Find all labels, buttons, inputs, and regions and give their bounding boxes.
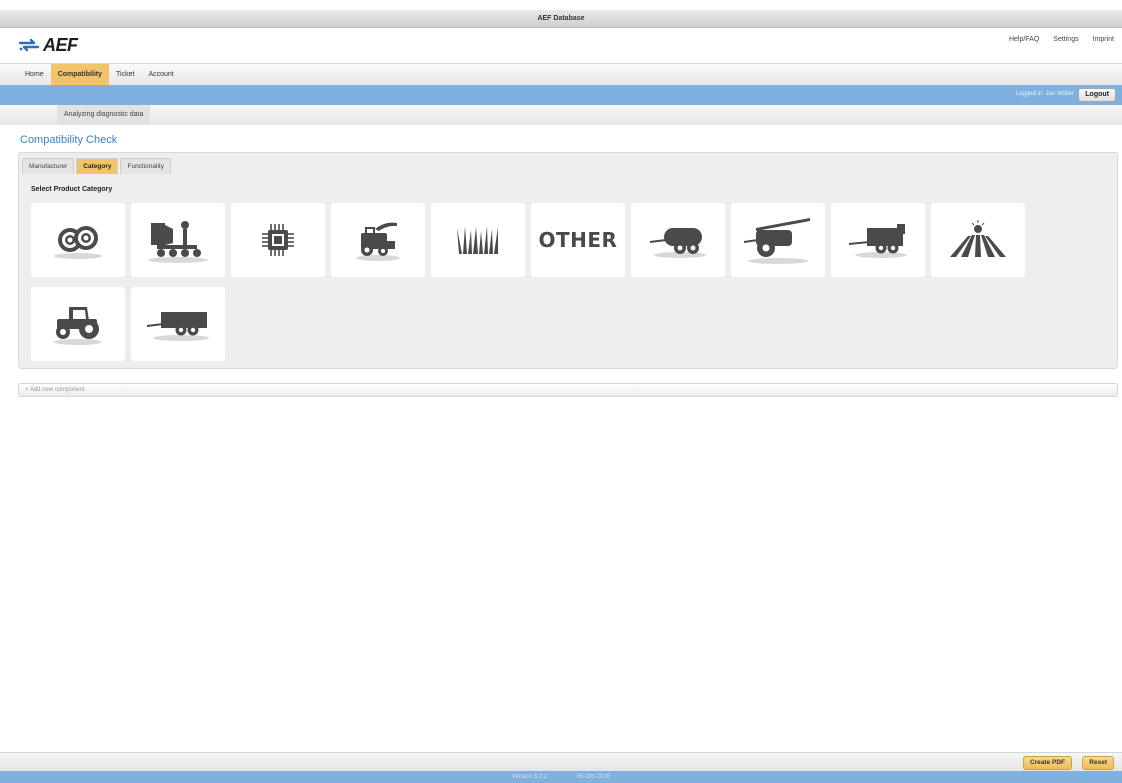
nav-tab-ticket[interactable]: Ticket <box>109 64 141 86</box>
tab-functionality[interactable]: Functionality <box>120 158 171 174</box>
forage-harvester-icon <box>356 222 400 261</box>
session-bar: Logged in: Jan Wöller Logout <box>0 85 1122 105</box>
logout-button[interactable]: Logout <box>1078 88 1116 102</box>
settings-link[interactable]: Settings <box>1053 36 1078 43</box>
category-tile-electronics[interactable] <box>231 203 325 277</box>
category-tile-grass[interactable] <box>431 203 525 277</box>
window-title-bar: AEF Database <box>0 10 1122 28</box>
create-pdf-button[interactable]: Create PDF <box>1022 756 1072 770</box>
subnav-analyzing-diagnostic-data[interactable]: Analyzing diagnostic data <box>57 105 151 125</box>
sub-nav-bar: Analyzing diagnostic data <box>0 105 1122 125</box>
help-faq-link[interactable]: Help/FAQ <box>1009 36 1039 43</box>
imprint-link[interactable]: Imprint <box>1093 36 1114 43</box>
nav-tab-home[interactable]: Home <box>18 64 51 86</box>
panel-tabs: Manufacturer Category Functionality <box>22 158 171 174</box>
other-label: OTHER <box>538 228 618 252</box>
logo-text: AEF <box>43 34 78 55</box>
reset-button[interactable]: Reset <box>1082 756 1114 770</box>
footer-bar: Version 3.2.2 06-Oct-2016 <box>0 771 1122 783</box>
trailer-icon <box>146 312 209 341</box>
category-tile-forage-harvester[interactable] <box>331 203 425 277</box>
category-tile-seeder[interactable] <box>131 203 225 277</box>
category-tile-trailer[interactable] <box>131 287 225 361</box>
page-title: Compatibility Check <box>20 134 118 146</box>
category-tile-tractor[interactable] <box>31 287 125 361</box>
electronics-chip-icon <box>262 224 294 256</box>
main-nav-bar: Home Compatibility Ticket Account <box>0 63 1122 86</box>
category-tile-sprayer[interactable] <box>731 203 825 277</box>
category-tile-baler[interactable] <box>31 203 125 277</box>
category-tile-field[interactable] <box>931 203 1025 277</box>
add-component-bar[interactable]: + Add new component <box>18 383 1118 397</box>
nav-tab-account[interactable]: Account <box>141 64 180 86</box>
section-label: Select Product Category <box>31 186 113 193</box>
footer-date: 06-Oct-2016 <box>576 774 611 780</box>
grass-icon <box>457 226 498 254</box>
seeder-icon <box>148 221 208 263</box>
tractor-icon <box>54 307 102 345</box>
window-title: AEF Database <box>537 15 585 22</box>
footer-version: Version 3.2.2 <box>511 774 547 780</box>
nav-tab-compatibility[interactable]: Compatibility <box>50 64 110 86</box>
logged-in-text: Logged in: Jan Wöller <box>1015 91 1074 97</box>
tab-manufacturer[interactable]: Manufacturer <box>22 158 75 174</box>
compatibility-panel: Manufacturer Category Functionality Sele… <box>18 152 1118 369</box>
spreader-trailer-icon <box>848 224 907 258</box>
aef-arrows-icon <box>18 38 40 52</box>
top-links: Help/FAQ Settings Imprint <box>1009 36 1114 43</box>
tab-category[interactable]: Category <box>76 158 119 174</box>
category-tile-spreader-trailer[interactable] <box>831 203 925 277</box>
aef-logo[interactable]: AEF <box>18 34 78 56</box>
tank-trailer-icon <box>649 228 706 258</box>
baler-icon <box>54 226 102 259</box>
category-tile-other[interactable]: OTHER <box>531 203 625 277</box>
bottom-action-bar: Create PDF Reset <box>0 752 1122 771</box>
category-tile-tank-trailer[interactable] <box>631 203 725 277</box>
field-icon <box>950 220 1006 257</box>
sprayer-icon <box>743 218 810 264</box>
